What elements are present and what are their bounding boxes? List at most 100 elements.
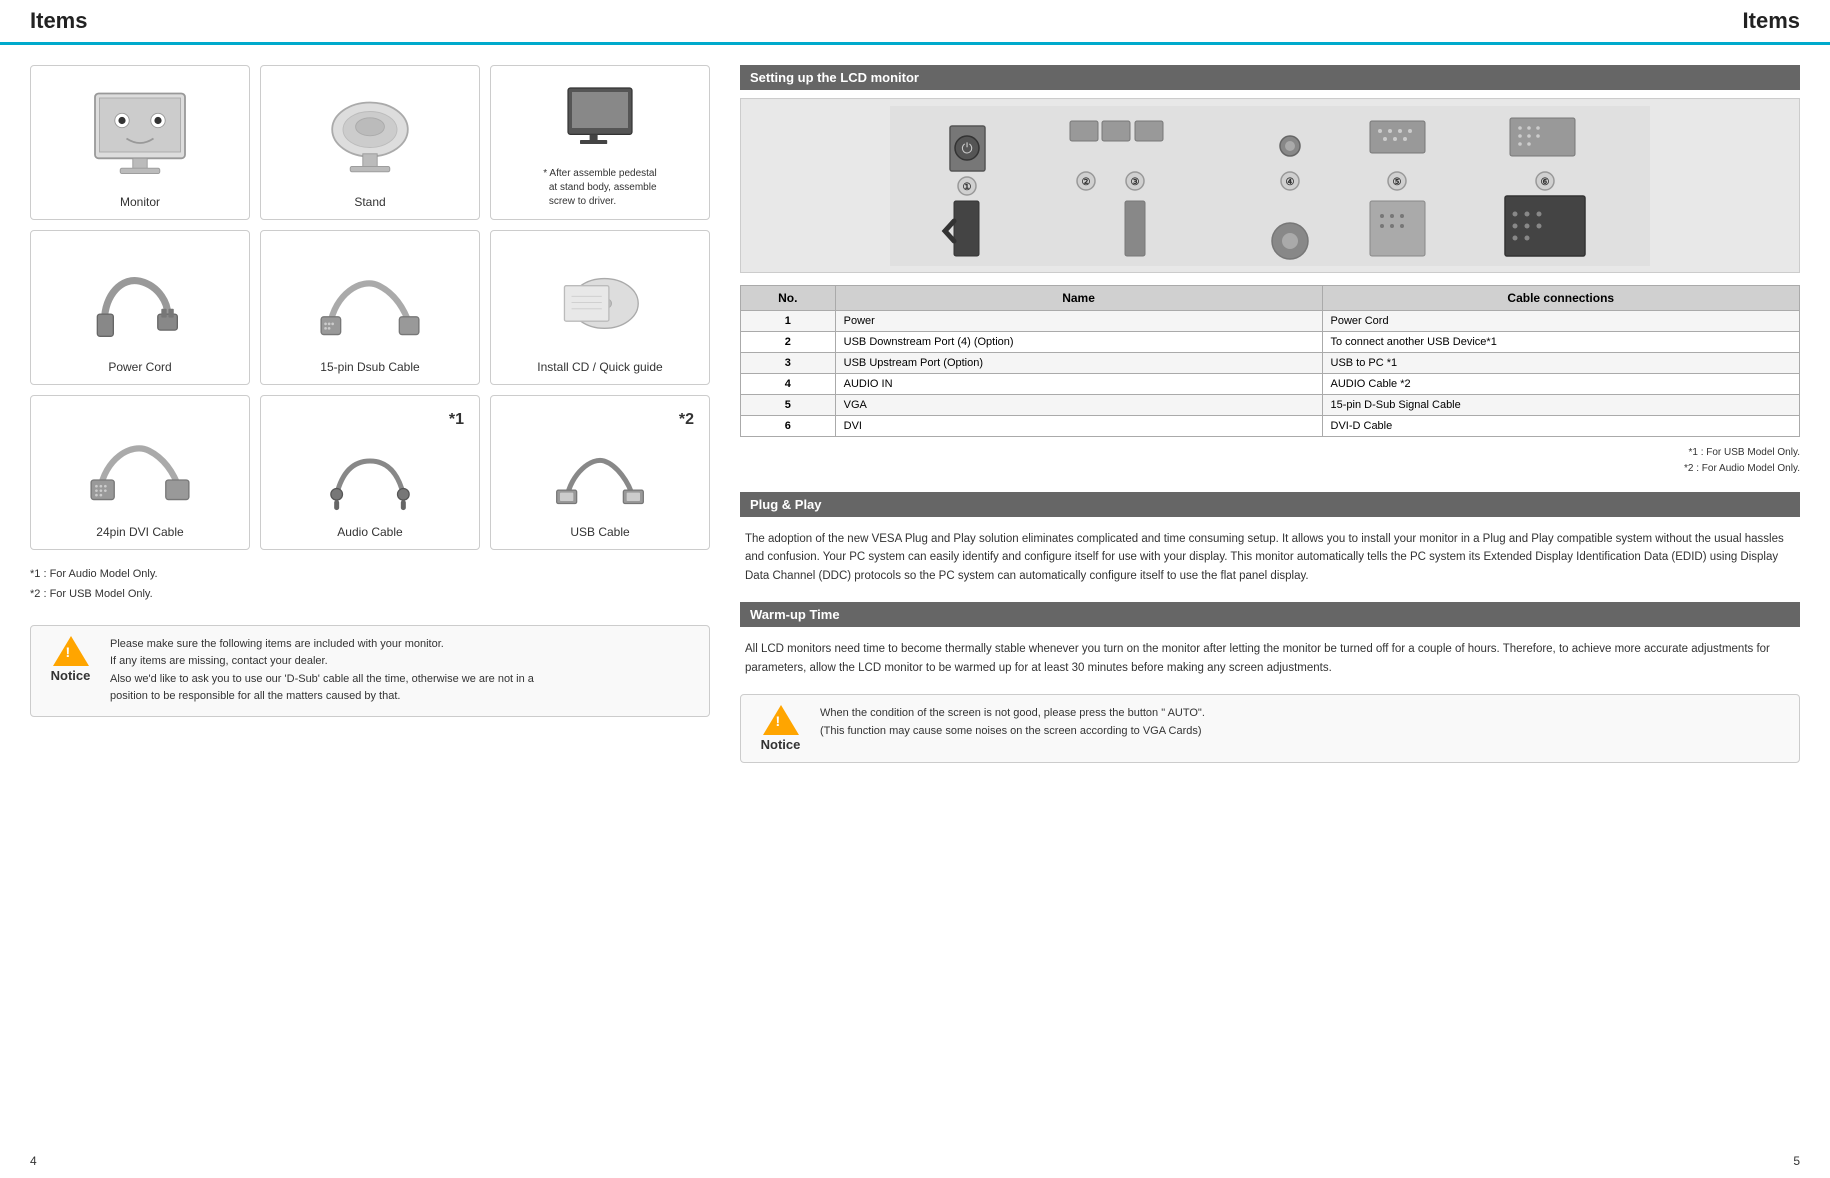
right-page-title: Items <box>1743 8 1800 34</box>
lcd-diagram-svg: ⏻ ① ② ③ ④ <box>751 106 1789 266</box>
lcd-diagram: ⏻ ① ② ③ ④ <box>740 98 1800 273</box>
item-usb-cable: *2 USB Cable <box>490 395 710 550</box>
item-dsub-cable: 15-pin Dsub Cable <box>260 230 480 385</box>
page-header: Items Items <box>0 0 1830 45</box>
left-notice-text: Please make sure the following items are… <box>110 636 534 706</box>
table-cell-cable: 15-pin D-Sub Signal Cable <box>1322 395 1800 416</box>
left-panel: Monitor Stand <box>30 65 710 1129</box>
connections-table: No. Name Cable connections 1PowerPower C… <box>740 285 1800 437</box>
table-row: 2USB Downstream Port (4) (Option)To conn… <box>741 332 1800 353</box>
item-monitor: Monitor <box>30 65 250 220</box>
table-cell-no: 6 <box>741 416 836 437</box>
table-cell-no: 1 <box>741 311 836 332</box>
table-cell-name: USB Downstream Port (4) (Option) <box>835 332 1322 353</box>
dsub-svg <box>315 259 425 339</box>
table-cell-no: 4 <box>741 374 836 395</box>
table-cell-cable: To connect another USB Device*1 <box>1322 332 1800 353</box>
power-cord-label: Power Cord <box>108 360 171 374</box>
footnotes: *1 : For Audio Model Only. *2 : For USB … <box>30 565 710 605</box>
left-notice-triangle-icon <box>53 636 89 666</box>
audio-svg <box>315 436 425 511</box>
table-header-no: No. <box>741 286 836 311</box>
table-row: 1PowerPower Cord <box>741 311 1800 332</box>
footnote-1: *1 : For Audio Model Only. <box>30 565 710 585</box>
monitor-svg <box>85 89 195 179</box>
svg-text:①: ① <box>963 182 972 193</box>
page-numbers: 4 5 <box>0 1149 1830 1178</box>
table-cell-cable: Power Cord <box>1322 311 1800 332</box>
table-cell-cable: DVI-D Cable <box>1322 416 1800 437</box>
footnote-2: *2 : For USB Model Only. <box>30 585 710 605</box>
right-notice-text: When the condition of the screen is not … <box>820 705 1205 740</box>
setup-section-header: Setting up the LCD monitor <box>740 65 1800 90</box>
dvi-svg <box>85 424 195 504</box>
right-panel: Setting up the LCD monitor ⏻ ① ② <box>740 65 1800 1129</box>
dvi-cable-image <box>41 411 239 517</box>
plug-play-header: Plug & Play <box>740 492 1800 517</box>
usb-cable-image <box>501 429 699 517</box>
monitor-image <box>41 81 239 187</box>
warmup-header: Warm-up Time <box>740 602 1800 627</box>
table-cell-no: 2 <box>741 332 836 353</box>
plug-play-body: The adoption of the new VESA Plug and Pl… <box>740 525 1800 590</box>
item-audio-cable: *1 Audio Cable <box>260 395 480 550</box>
table-footnotes: *1 : For USB Model Only. *2 : For Audio … <box>740 445 1800 477</box>
driver-cd-image <box>501 81 699 167</box>
svg-text:③: ③ <box>1131 177 1140 188</box>
svg-text:⑥: ⑥ <box>1541 177 1550 188</box>
left-notice-icon-wrap: Notice <box>43 636 98 683</box>
table-cell-no: 5 <box>741 395 836 416</box>
install-cd-label: Install CD / Quick guide <box>537 360 662 374</box>
item-power-cord: Power Cord <box>30 230 250 385</box>
dvi-label: 24pin DVI Cable <box>96 525 183 539</box>
right-notice-icon-wrap: Notice <box>753 705 808 752</box>
dsub-label: 15-pin Dsub Cable <box>320 360 419 374</box>
item-dvi-cable: 24pin DVI Cable <box>30 395 250 550</box>
power-cord-svg <box>85 259 195 339</box>
usb-badge: *2 <box>501 411 699 429</box>
usb-svg <box>545 436 655 511</box>
svg-text:⑤: ⑤ <box>1393 177 1402 188</box>
audio-badge: *1 <box>271 411 469 429</box>
left-notice-label: Notice <box>51 668 91 683</box>
table-cell-cable: USB to PC *1 <box>1322 353 1800 374</box>
svg-text:⏻: ⏻ <box>961 140 972 156</box>
table-row: 5VGA15-pin D-Sub Signal Cable <box>741 395 1800 416</box>
item-install-cd: Install CD / Quick guide <box>490 230 710 385</box>
monitor-label: Monitor <box>120 195 160 209</box>
install-cd-svg <box>545 259 655 339</box>
table-row: 3USB Upstream Port (Option)USB to PC *1 <box>741 353 1800 374</box>
svg-text:②: ② <box>1082 177 1091 188</box>
table-cell-name: Power <box>835 311 1322 332</box>
right-notice-box: Notice When the condition of the screen … <box>740 694 1800 763</box>
table-cell-name: USB Upstream Port (Option) <box>835 353 1322 374</box>
table-cell-name: DVI <box>835 416 1322 437</box>
table-cell-cable: AUDIO Cable *2 <box>1322 374 1800 395</box>
item-driver-cd: * After assemble pedestal at stand body,… <box>490 65 710 220</box>
item-stand: Stand <box>260 65 480 220</box>
table-row: 6DVIDVI-D Cable <box>741 416 1800 437</box>
left-page-title: Items <box>30 8 87 34</box>
power-cord-image <box>41 246 239 352</box>
driver-cd-note: * After assemble pedestal at stand body,… <box>543 167 656 209</box>
svg-text:④: ④ <box>1286 177 1295 188</box>
right-notice-triangle-icon <box>763 705 799 735</box>
table-header-name: Name <box>835 286 1322 311</box>
table-cell-name: VGA <box>835 395 1322 416</box>
table-cell-name: AUDIO IN <box>835 374 1322 395</box>
usb-label: USB Cable <box>570 525 629 539</box>
table-cell-no: 3 <box>741 353 836 374</box>
left-notice-box: Notice Please make sure the following it… <box>30 625 710 717</box>
table-row: 4AUDIO INAUDIO Cable *2 <box>741 374 1800 395</box>
audio-cable-image <box>271 429 469 517</box>
install-cd-image <box>501 246 699 352</box>
dsub-cable-image <box>271 246 469 352</box>
driver-cd-svg <box>545 84 655 164</box>
stand-image <box>271 81 469 187</box>
main-content: Monitor Stand <box>0 45 1830 1149</box>
page-number-left: 4 <box>30 1154 37 1168</box>
table-header-cable: Cable connections <box>1322 286 1800 311</box>
audio-label: Audio Cable <box>337 525 402 539</box>
page-number-right: 5 <box>1793 1154 1800 1168</box>
right-notice-label: Notice <box>761 737 801 752</box>
